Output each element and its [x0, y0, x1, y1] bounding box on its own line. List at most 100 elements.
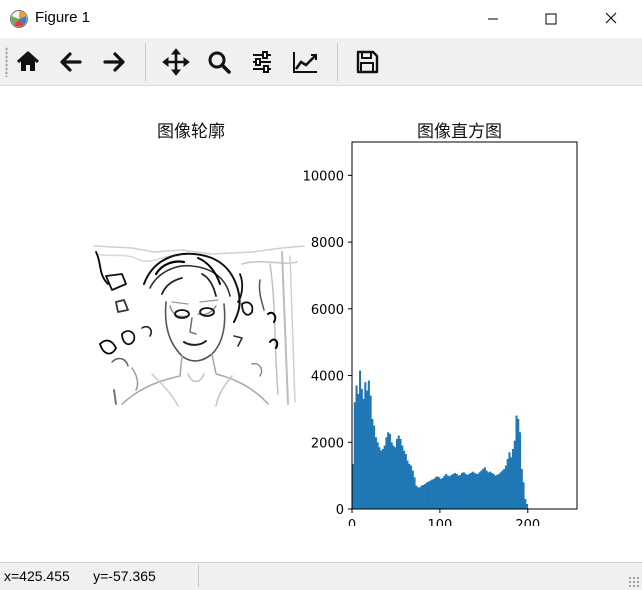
- histogram-bar: [369, 395, 372, 509]
- maximize-button[interactable]: [528, 0, 574, 38]
- histogram-bar: [373, 425, 376, 509]
- histogram-bar: [364, 382, 367, 509]
- histogram-bar: [475, 473, 478, 509]
- histogram-bar: [425, 482, 428, 509]
- close-button[interactable]: [588, 0, 634, 38]
- histogram-bar: [492, 473, 495, 509]
- save-button[interactable]: [350, 45, 384, 79]
- arrow-right-icon: [103, 52, 125, 72]
- histogram-bar: [510, 457, 513, 509]
- histogram-bar: [526, 503, 529, 509]
- cursor-coordinates: x=425.455 y=-57.365: [4, 568, 156, 584]
- histogram-bar: [515, 415, 518, 509]
- histogram-bar: [367, 380, 370, 509]
- histogram-bar: [362, 398, 365, 509]
- histogram-bar: [448, 476, 451, 509]
- x-tick-label: 0: [348, 518, 356, 526]
- forward-button[interactable]: [97, 45, 131, 79]
- line-chart-icon: [293, 52, 317, 73]
- histogram-bar: [480, 470, 483, 509]
- title-bar: Figure 1: [0, 0, 642, 39]
- left-subplot-title: 图像轮廓: [157, 122, 225, 142]
- magnifier-icon: [208, 51, 231, 74]
- histogram-bar: [478, 472, 481, 509]
- edit-axis-button[interactable]: [288, 45, 322, 79]
- histogram-bar: [383, 445, 386, 509]
- x-tick-label: 200: [515, 518, 540, 526]
- histogram-bar: [483, 467, 486, 509]
- x-tick-label: 100: [427, 518, 452, 526]
- home-icon: [16, 51, 40, 71]
- histogram-bar: [443, 475, 446, 509]
- histogram-bar: [406, 460, 409, 509]
- matplotlib-app-icon: [10, 10, 28, 28]
- histogram-bar: [485, 470, 488, 509]
- histogram-bar: [436, 476, 439, 509]
- back-button[interactable]: [54, 45, 88, 79]
- figure-canvas[interactable]: 图像轮廓 图像直方图 0 100 200 0 2000 4000 6000 80…: [0, 86, 642, 562]
- histogram-bar: [468, 473, 471, 509]
- histogram-bar: [504, 465, 507, 509]
- histogram-bar: [462, 472, 465, 509]
- window-title: Figure 1: [35, 9, 91, 26]
- histogram-bar: [473, 472, 476, 509]
- histogram-bar: [390, 442, 393, 509]
- histogram-bar: [453, 472, 457, 509]
- toolbar-separator: [145, 43, 146, 81]
- histogram-bar: [506, 458, 509, 509]
- histogram-bar: [420, 485, 423, 509]
- histogram-bar: [395, 438, 399, 509]
- histogram-bar: [394, 447, 397, 509]
- contour-image: [92, 244, 308, 409]
- histogram-bar: [517, 418, 520, 509]
- histogram-bar: [439, 478, 442, 509]
- resize-grip[interactable]: [628, 576, 640, 588]
- histogram-bar: [353, 402, 356, 509]
- histogram-bar: [399, 438, 402, 509]
- histogram-bar: [422, 484, 425, 509]
- histogram-bar: [496, 474, 499, 509]
- minimize-button[interactable]: [470, 0, 516, 38]
- pan-button[interactable]: [159, 45, 193, 79]
- histogram-bar: [511, 448, 515, 509]
- move-icon: [162, 48, 190, 76]
- histogram-bar: [374, 437, 377, 509]
- y-tick-label: 6000: [311, 303, 344, 318]
- histogram-bar: [418, 487, 421, 509]
- histogram-bar: [464, 473, 467, 509]
- histogram-bar: [457, 475, 460, 509]
- histogram-bar: [417, 487, 420, 509]
- histogram-bar: [446, 475, 449, 509]
- histogram-bar: [431, 479, 434, 509]
- histogram-bar: [490, 472, 493, 509]
- histogram-bar: [432, 478, 435, 509]
- y-tick-label: 10000: [303, 169, 344, 184]
- histogram-bar: [366, 390, 369, 509]
- histogram-bar: [487, 472, 490, 509]
- histogram-bar: [388, 433, 391, 509]
- histogram-bar: [401, 445, 404, 509]
- histogram-bar: [524, 498, 527, 509]
- histogram-bar: [408, 463, 411, 509]
- histogram-bar: [438, 477, 441, 509]
- status-divider: [198, 565, 199, 587]
- navigation-toolbar: [0, 39, 642, 86]
- histogram-bar: [380, 450, 383, 509]
- histogram-bar: [499, 472, 502, 509]
- histogram-bar: [411, 470, 414, 509]
- histogram-bar: [429, 480, 432, 509]
- histogram-bar: [413, 477, 416, 509]
- histogram-bar: [376, 442, 379, 509]
- y-tick-label: 8000: [311, 236, 344, 251]
- histogram-bar: [402, 450, 406, 509]
- arrow-left-icon: [60, 52, 82, 72]
- home-button[interactable]: [11, 45, 45, 79]
- toolbar-grip[interactable]: [5, 47, 8, 77]
- histogram-bar: [522, 482, 525, 509]
- zoom-button[interactable]: [202, 45, 236, 79]
- histogram-bar: [357, 393, 360, 509]
- histogram-bar: [466, 474, 469, 509]
- configure-subplots-button[interactable]: [245, 45, 279, 79]
- histogram-bar: [355, 385, 358, 509]
- histogram-bar: [501, 470, 504, 509]
